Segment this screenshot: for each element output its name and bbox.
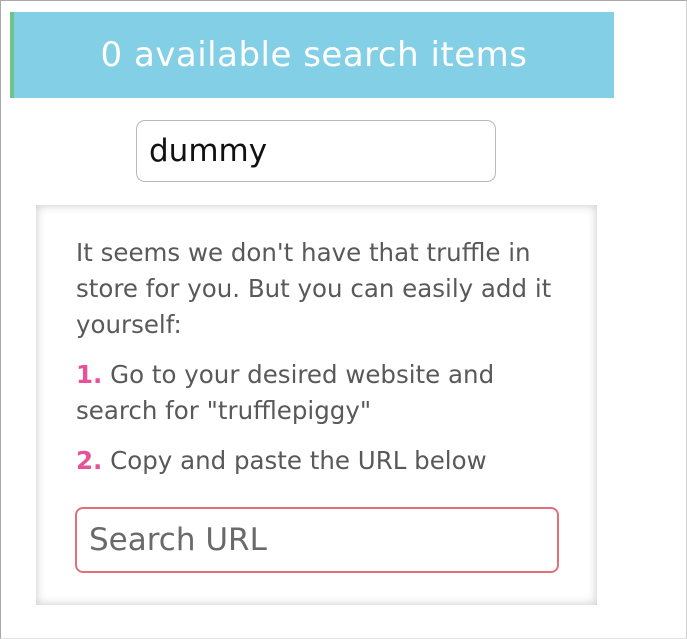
empty-state-card: It seems we don't have that truffle in s… <box>36 205 597 605</box>
step-1-number: 1. <box>76 360 103 389</box>
step-2-number: 2. <box>76 446 103 475</box>
empty-state-message: It seems we don't have that truffle in s… <box>76 238 552 339</box>
empty-state-content: It seems we don't have that truffle in s… <box>76 235 576 479</box>
step-2-text: Copy and paste the URL below <box>110 446 487 475</box>
search-url-input[interactable] <box>75 507 559 573</box>
results-count-header: 0 available search items <box>10 12 614 98</box>
search-input[interactable] <box>136 120 496 182</box>
instruction-step-2: 2. Copy and paste the URL below <box>76 443 576 479</box>
step-1-text: Go to your desired website and search fo… <box>76 360 495 425</box>
results-count-label: 0 available search items <box>100 35 528 75</box>
instruction-step-1: 1. Go to your desired website and search… <box>76 357 576 429</box>
